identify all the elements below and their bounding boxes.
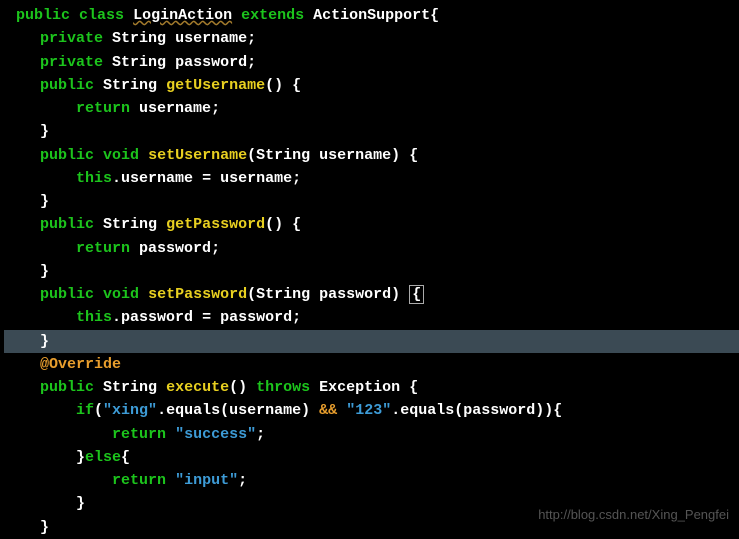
string-literal: "xing" xyxy=(103,402,157,419)
keyword-public: public xyxy=(16,7,70,24)
keyword-void: void xyxy=(103,147,139,164)
code-line: private String username; xyxy=(4,27,739,50)
code-line: public String getPassword() { xyxy=(4,213,739,236)
code-editor: public class LoginAction extends ActionS… xyxy=(0,0,739,539)
field-password: password xyxy=(175,54,247,71)
code-line: }else{ xyxy=(4,446,739,469)
code-line: public class LoginAction extends ActionS… xyxy=(4,4,739,27)
code-line: public void setUsername(String username)… xyxy=(4,144,739,167)
keyword-public: public xyxy=(40,147,94,164)
code-line: @Override xyxy=(4,353,739,376)
code-line: } xyxy=(4,190,739,213)
keyword-if: if xyxy=(76,402,94,419)
code-line: this.username = username; xyxy=(4,167,739,190)
field-username: username xyxy=(175,30,247,47)
param-password: password xyxy=(319,286,391,303)
cursor-position: { xyxy=(409,285,424,304)
method-setpassword: setPassword xyxy=(148,286,247,303)
code-line-highlighted: } xyxy=(4,330,739,353)
type-string: String xyxy=(112,30,166,47)
annotation-override: @Override xyxy=(40,356,121,373)
string-literal: "input" xyxy=(175,472,238,489)
watermark-text: http://blog.csdn.net/Xing_Pengfei xyxy=(538,505,729,525)
keyword-else: else xyxy=(85,449,121,466)
method-execute: execute xyxy=(166,379,229,396)
keyword-class: class xyxy=(79,7,124,24)
method-setusername: setUsername xyxy=(148,147,247,164)
code-line: this.password = password; xyxy=(4,306,739,329)
code-line: return password; xyxy=(4,237,739,260)
keyword-return: return xyxy=(76,100,130,117)
superclass: ActionSupport xyxy=(313,7,430,24)
method-getpassword: getPassword xyxy=(166,216,265,233)
code-line: return "success"; xyxy=(4,423,739,446)
class-name: LoginAction xyxy=(133,7,232,24)
brace-close: } xyxy=(40,123,49,140)
brace-open: { xyxy=(430,7,439,24)
type-string: String xyxy=(112,54,166,71)
keyword-extends: extends xyxy=(241,7,304,24)
type-string: String xyxy=(103,77,157,94)
code-line: return username; xyxy=(4,97,739,120)
method-getusername: getUsername xyxy=(166,77,265,94)
string-literal: "success" xyxy=(175,426,256,443)
type-exception: Exception xyxy=(319,379,400,396)
string-literal: "123" xyxy=(346,402,391,419)
operator-and: && xyxy=(319,402,337,419)
keyword-private: private xyxy=(40,30,103,47)
code-line: public String getUsername() { xyxy=(4,74,739,97)
keyword-throws: throws xyxy=(256,379,310,396)
param-username: username xyxy=(319,147,391,164)
code-line: return "input"; xyxy=(4,469,739,492)
keyword-private: private xyxy=(40,54,103,71)
code-line: public void setPassword(String password)… xyxy=(4,283,739,306)
code-line: public String execute() throws Exception… xyxy=(4,376,739,399)
code-line: if("xing".equals(username) && "123".equa… xyxy=(4,399,739,422)
keyword-this: this xyxy=(76,170,112,187)
keyword-public: public xyxy=(40,77,94,94)
code-line: private String password; xyxy=(4,51,739,74)
code-line: } xyxy=(4,120,739,143)
code-line: } xyxy=(4,260,739,283)
method-equals: equals xyxy=(166,402,220,419)
